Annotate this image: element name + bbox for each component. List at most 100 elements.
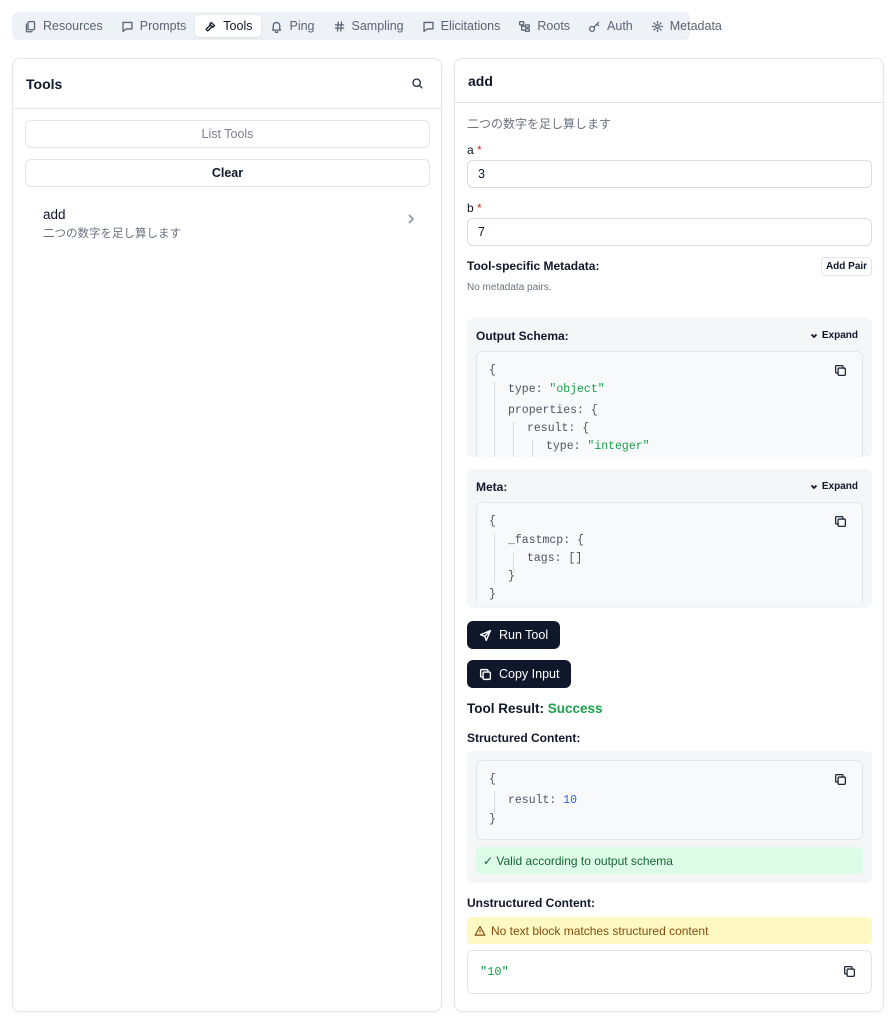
param-name: b — [467, 201, 474, 215]
output-schema-code: { type: "object" properties: { result: {… — [476, 351, 863, 457]
tab-label: Tools — [223, 19, 253, 33]
copy-icon — [834, 515, 847, 528]
tool-result-status: Success — [547, 701, 603, 716]
tab-label: Ping — [289, 19, 315, 33]
search-icon — [411, 78, 423, 89]
structured-content-code: { result: 10 } — [476, 760, 863, 840]
copy-button[interactable] — [843, 965, 859, 981]
gear-icon — [651, 20, 663, 32]
indent-guide — [494, 382, 495, 457]
hash-icon — [334, 20, 344, 32]
param-b-input[interactable] — [467, 218, 872, 246]
copy-button[interactable] — [834, 364, 850, 380]
code-line: { — [489, 773, 496, 786]
expand-button[interactable]: Expand — [810, 330, 858, 341]
meta-code: { _fastmcp: { tags: [] } } — [476, 502, 863, 602]
tab-ping[interactable]: Ping — [261, 15, 323, 37]
expand-label: Expand — [821, 481, 858, 492]
tab-bar: Resources Prompts Tools Ping Sampling El… — [12, 12, 722, 40]
tab-resources[interactable]: Resources — [15, 15, 112, 37]
indent-guide — [494, 791, 495, 813]
code-line: properties: { — [508, 404, 598, 417]
expand-button[interactable]: Expand — [810, 481, 858, 492]
run-tool-label: Run Tool — [499, 628, 549, 642]
tool-result-heading: Tool Result: Success — [467, 701, 603, 716]
code-line: { — [489, 364, 496, 377]
tools-panel: Tools List Tools Clear add 二つの数字を足し算します — [12, 58, 442, 1012]
run-tool-button[interactable]: Run Tool — [467, 621, 561, 649]
param-a-input[interactable] — [467, 160, 872, 188]
tab-roots[interactable]: Roots — [509, 15, 579, 37]
copy-button[interactable] — [834, 773, 850, 789]
chevron-down-icon — [810, 484, 818, 489]
structured-content-label: Structured Content: — [467, 731, 581, 745]
tool-detail-header: add — [455, 59, 883, 103]
copy-button[interactable] — [834, 515, 850, 531]
tool-name: add — [43, 207, 66, 222]
clear-button[interactable]: Clear — [25, 159, 430, 187]
copy-input-label: Copy Input — [499, 667, 560, 681]
tab-prompts[interactable]: Prompts — [112, 15, 196, 37]
expand-label: Expand — [821, 330, 858, 341]
tab-sampling[interactable]: Sampling — [324, 15, 413, 37]
hammer-icon — [205, 21, 216, 32]
tool-detail-panel: add 二つの数字を足し算します a * b * Tool-specific M… — [454, 58, 884, 1012]
tab-label: Elicitations — [440, 19, 501, 33]
schema-valid-message: ✓ Valid according to output schema — [476, 847, 863, 874]
files-icon — [25, 20, 36, 32]
tab-elicitations[interactable]: Elicitations — [413, 15, 510, 37]
tab-tools[interactable]: Tools — [195, 15, 262, 37]
tools-panel-title: Tools — [26, 75, 63, 92]
tool-detail-description: 二つの数字を足し算します — [467, 117, 612, 131]
send-icon — [479, 629, 492, 641]
message-icon — [122, 21, 133, 32]
unstructured-content-box: "10" — [467, 950, 872, 994]
chevron-right-icon — [406, 213, 416, 228]
tab-auth[interactable]: Auth — [579, 15, 642, 37]
search-button[interactable] — [406, 73, 428, 95]
warning-text: No text block matches structured content — [491, 923, 709, 938]
add-pair-button[interactable]: Add Pair — [821, 257, 872, 276]
param-name: a — [467, 143, 474, 157]
tool-result-label: Tool Result: — [467, 701, 544, 716]
tab-label: Roots — [537, 19, 571, 33]
code-line: tags: [] — [527, 552, 583, 565]
key-icon — [589, 21, 600, 32]
code-line: } — [489, 588, 496, 601]
tab-label: Sampling — [351, 19, 404, 33]
tool-detail-title: add — [468, 72, 493, 89]
tab-metadata[interactable]: Metadata — [642, 15, 731, 37]
code-line: _fastmcp: { — [508, 534, 584, 547]
tree-icon — [519, 20, 531, 32]
copy-icon — [834, 773, 847, 786]
message-icon — [423, 21, 434, 32]
code-line: result: 10 — [508, 794, 578, 807]
indent-guide — [494, 533, 495, 583]
code-line: } — [489, 813, 496, 826]
param-a-label: a * — [467, 143, 482, 157]
code-line: result: { — [527, 422, 590, 435]
meta-section: Meta: Expand { _fastmcp: { tags: [] } } — [467, 469, 872, 608]
list-tools-button[interactable]: List Tools — [25, 120, 430, 148]
metadata-label: Tool-specific Metadata: — [467, 259, 600, 273]
tools-panel-header: Tools — [13, 59, 441, 109]
output-schema-section: Output Schema: Expand { type: "object" p… — [467, 318, 872, 457]
code-line: type: "integer" — [546, 440, 650, 453]
tab-label: Prompts — [139, 19, 187, 33]
tab-label: Metadata — [669, 19, 722, 33]
copy-icon — [843, 965, 856, 978]
tool-description: 二つの数字を足し算します — [43, 228, 181, 240]
structured-content-section: { result: 10 } ✓ Valid according to outp… — [467, 751, 872, 883]
required-mark: * — [477, 143, 482, 157]
code-line: type: "object" — [508, 383, 605, 396]
code-line: } — [508, 570, 515, 583]
tab-label: Resources — [43, 19, 103, 33]
tool-list-item[interactable]: add 二つの数字を足し算します — [25, 199, 430, 251]
output-schema-title: Output Schema: — [476, 329, 569, 343]
copy-input-button[interactable]: Copy Input — [467, 660, 572, 688]
tab-label: Auth — [607, 19, 633, 33]
meta-title: Meta: — [476, 480, 508, 494]
chevron-down-icon — [810, 333, 818, 338]
unstructured-content-text: "10" — [480, 965, 509, 979]
required-mark: * — [477, 201, 482, 215]
